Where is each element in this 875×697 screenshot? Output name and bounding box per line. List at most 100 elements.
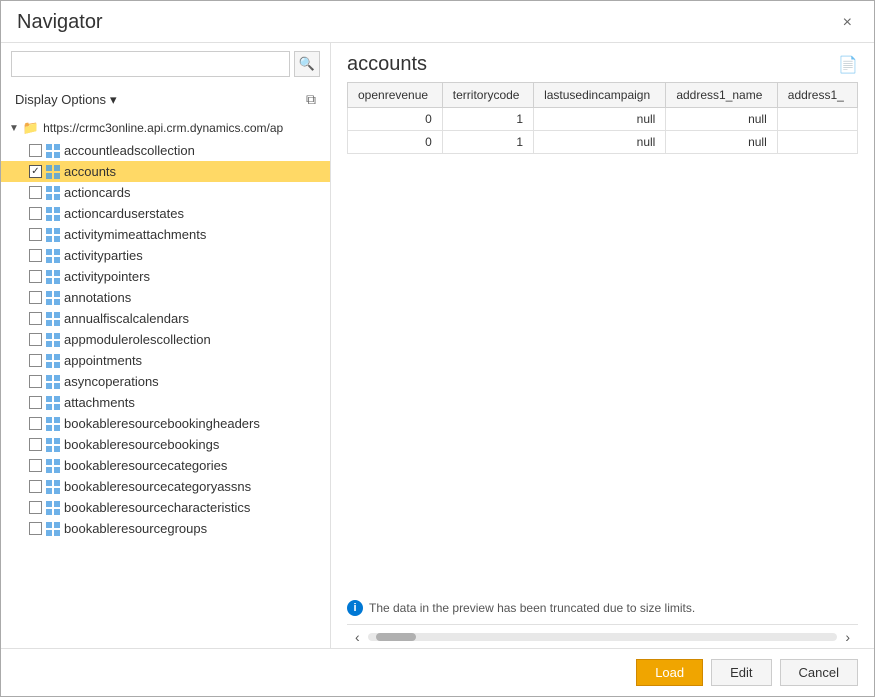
tree-item[interactable]: activitymimeattachments: [1, 224, 330, 245]
title-bar: Navigator ×: [1, 1, 874, 43]
tree-item-checkbox[interactable]: [29, 459, 42, 472]
dialog-title: Navigator: [17, 11, 103, 34]
tree-item-label: actioncards: [64, 185, 130, 200]
tree-item-label: bookableresourcecharacteristics: [64, 500, 250, 515]
tree-item[interactable]: bookableresourcecharacteristics: [1, 497, 330, 518]
tree-item-checkbox[interactable]: [29, 354, 42, 367]
tree-item-checkbox[interactable]: [29, 396, 42, 409]
tree-item[interactable]: appmodulerolescollection: [1, 329, 330, 350]
tree-item[interactable]: activityparties: [1, 245, 330, 266]
tree-item-label: attachments: [64, 395, 135, 410]
tree-item[interactable]: bookableresourcebookingheaders: [1, 413, 330, 434]
scroll-left-button[interactable]: ‹: [351, 629, 364, 645]
search-input[interactable]: [11, 51, 290, 77]
table-column-header: lastusedincampaign: [534, 83, 666, 108]
tree-item-label: activityparties: [64, 248, 143, 263]
horizontal-scrollbar[interactable]: ‹ ›: [347, 624, 858, 648]
tree-item-checkbox[interactable]: [29, 186, 42, 199]
tree-item-checkbox[interactable]: [29, 207, 42, 220]
tree-item[interactable]: actioncarduserstates: [1, 203, 330, 224]
table-cell: [777, 108, 857, 131]
table-row: 01nullnull: [348, 131, 858, 154]
dialog-footer: Load Edit Cancel: [1, 648, 874, 696]
display-options-label: Display Options: [15, 92, 106, 107]
tree-item-checkbox[interactable]: [29, 501, 42, 514]
tree-item-label: activitymimeattachments: [64, 227, 206, 242]
table-icon: [46, 354, 60, 368]
dialog-body: 🔍 Display Options ▾ ⧉ ▼ 📁: [1, 43, 874, 648]
table-icon: [46, 291, 60, 305]
tree-item[interactable]: bookableresourcecategoryassns: [1, 476, 330, 497]
tree-item-checkbox[interactable]: [29, 165, 42, 178]
table-icon: [46, 228, 60, 242]
table-icon: [46, 312, 60, 326]
scroll-right-button[interactable]: ›: [841, 629, 854, 645]
info-icon: i: [347, 600, 363, 616]
preview-header: accounts 📄: [331, 43, 874, 82]
tree-item-checkbox[interactable]: [29, 333, 42, 346]
tree-item-checkbox[interactable]: [29, 480, 42, 493]
table-icon: [46, 459, 60, 473]
tree-item-checkbox[interactable]: [29, 438, 42, 451]
tree-item-label: accounts: [64, 164, 116, 179]
tree-item[interactable]: bookableresourcecategories: [1, 455, 330, 476]
table-cell: null: [666, 108, 777, 131]
tree-item[interactable]: attachments: [1, 392, 330, 413]
tree-root-label: https://crmc3online.api.crm.dynamics.com…: [43, 121, 283, 135]
preview-table-wrapper[interactable]: openrevenueterritorycodelastusedincampai…: [331, 82, 874, 592]
cancel-button[interactable]: Cancel: [780, 659, 858, 686]
table-cell: [777, 131, 857, 154]
refresh-button[interactable]: ⧉: [302, 89, 320, 110]
tree-item[interactable]: activitypointers: [1, 266, 330, 287]
table-cell: 0: [348, 131, 443, 154]
table-cell: 1: [442, 108, 533, 131]
tree-item[interactable]: bookableresourcegroups: [1, 518, 330, 539]
navigator-dialog: Navigator × 🔍 Display Options ▾ ⧉: [0, 0, 875, 697]
tree-item-checkbox[interactable]: [29, 270, 42, 283]
tree-root-item: ▼ 📁 https://crmc3online.api.crm.dynamics…: [1, 116, 330, 140]
tree-item-label: appointments: [64, 353, 142, 368]
tree-item-checkbox[interactable]: [29, 144, 42, 157]
tree-item-checkbox[interactable]: [29, 291, 42, 304]
tree-item-checkbox[interactable]: [29, 375, 42, 388]
tree-item-checkbox[interactable]: [29, 312, 42, 325]
tree-item[interactable]: asyncoperations: [1, 371, 330, 392]
scroll-track: [368, 633, 838, 641]
table-column-header: openrevenue: [348, 83, 443, 108]
chevron-down-icon: ▾: [110, 92, 117, 108]
display-options-button[interactable]: Display Options ▾: [11, 90, 121, 110]
tree-item[interactable]: actioncards: [1, 182, 330, 203]
load-button[interactable]: Load: [636, 659, 703, 686]
table-icon: [46, 396, 60, 410]
table-icon: [46, 207, 60, 221]
tree-item-checkbox[interactable]: [29, 522, 42, 535]
tree-item[interactable]: bookableresourcebookings: [1, 434, 330, 455]
tree-item-checkbox[interactable]: [29, 228, 42, 241]
tree-item-label: bookableresourcebookingheaders: [64, 416, 260, 431]
tree-item[interactable]: annualfiscalcalendars: [1, 308, 330, 329]
table-icon: [46, 270, 60, 284]
tree-item[interactable]: annotations: [1, 287, 330, 308]
tree-item[interactable]: accounts: [1, 161, 330, 182]
edit-button[interactable]: Edit: [711, 659, 771, 686]
collapse-icon[interactable]: ▼: [9, 123, 19, 134]
search-button[interactable]: 🔍: [294, 51, 320, 77]
table-icon: [46, 375, 60, 389]
tree-area[interactable]: ▼ 📁 https://crmc3online.api.crm.dynamics…: [1, 116, 330, 648]
tree-item-label: asyncoperations: [64, 374, 159, 389]
tree-item-checkbox[interactable]: [29, 417, 42, 430]
tree-item[interactable]: appointments: [1, 350, 330, 371]
table-cell: null: [534, 131, 666, 154]
close-button[interactable]: ×: [837, 13, 858, 33]
export-button[interactable]: 📄: [838, 55, 858, 75]
table-icon: [46, 333, 60, 347]
truncation-notice: i The data in the preview has been trunc…: [331, 592, 874, 624]
table-icon: [46, 249, 60, 263]
tree-item-checkbox[interactable]: [29, 249, 42, 262]
tree-item-label: activitypointers: [64, 269, 150, 284]
table-row: 01nullnull: [348, 108, 858, 131]
refresh-icon: ⧉: [306, 91, 316, 107]
table-icon: [46, 165, 60, 179]
table-head: openrevenueterritorycodelastusedincampai…: [348, 83, 858, 108]
tree-item[interactable]: accountleadscollection: [1, 140, 330, 161]
